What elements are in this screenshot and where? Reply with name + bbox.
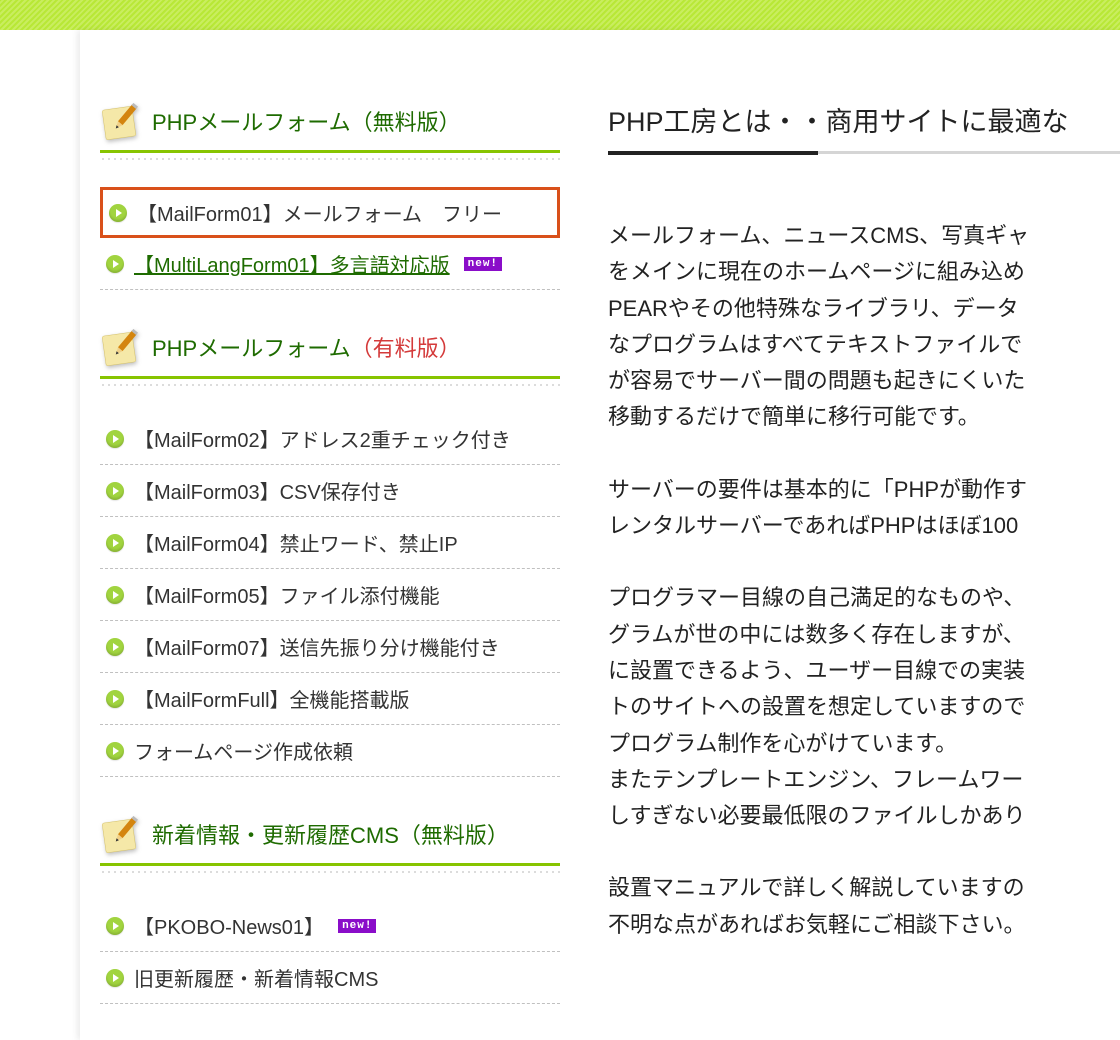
top-banner	[0, 0, 1120, 30]
heading-underline	[608, 151, 1120, 154]
inner-page: PHPメールフォーム（無料版）【MailForm01】メールフォーム フリー【M…	[80, 30, 1120, 1040]
arrow-bullet-icon	[106, 638, 124, 656]
menu-item-label: フォームページ作成依頼	[134, 736, 353, 765]
menu-item[interactable]: 【MailForm05】ファイル添付機能	[100, 569, 560, 621]
page-title: PHP工房とは・・商用サイトに最適な	[608, 100, 1120, 151]
sidebar-section: PHPメールフォーム（有料版） 【MailForm02】アドレス2重チェック付き【…	[100, 326, 560, 777]
body-paragraph: プログラマー目線の自己満足的なものや、グラムが世の中には数多く存在しますが、に設…	[608, 580, 1120, 834]
section-header: 新着情報・更新履歴CMS（無料版）	[100, 813, 560, 855]
section-underline	[100, 376, 560, 379]
sidebar-section: 新着情報・更新履歴CMS（無料版） 【PKOBO-News01】 new! 旧更新履歴…	[100, 813, 560, 1004]
arrow-bullet-icon	[106, 586, 124, 604]
menu-item-label: 【MailForm04】禁止ワード、禁止IP	[134, 528, 458, 557]
menu-item[interactable]: フォームページ作成依頼	[100, 725, 560, 777]
arrow-bullet-icon	[109, 204, 127, 222]
arrow-bullet-icon	[106, 430, 124, 448]
menu-list: 【PKOBO-News01】 new! 旧更新履歴・新着情報CMS	[100, 900, 560, 1004]
sidebar: PHPメールフォーム（無料版）【MailForm01】メールフォーム フリー【M…	[80, 100, 590, 1040]
menu-item-label: 旧更新履歴・新着情報CMS	[134, 963, 378, 992]
menu-item-label: 【MailForm03】CSV保存付き	[134, 476, 401, 505]
menu-item[interactable]: 【MailForm07】送信先振り分け機能付き	[100, 621, 560, 673]
content-wrapper: PHPメールフォーム（無料版）【MailForm01】メールフォーム フリー【M…	[80, 30, 1120, 1040]
arrow-bullet-icon	[106, 255, 124, 273]
menu-item[interactable]: 【MailForm04】禁止ワード、禁止IP	[100, 517, 560, 569]
new-badge: new!	[464, 257, 502, 271]
section-title-suffix: （無料版）	[351, 110, 461, 135]
menu-list: 【MailForm02】アドレス2重チェック付き【MailForm03】CSV保…	[100, 413, 560, 777]
section-title-prefix: PHPメールフォーム	[152, 110, 351, 135]
section-title: PHPメールフォーム（無料版）	[152, 105, 461, 137]
section-header: PHPメールフォーム（無料版）	[100, 100, 560, 142]
section-underline	[100, 150, 560, 153]
menu-item[interactable]: 【MailForm02】アドレス2重チェック付き	[100, 413, 560, 465]
menu-item[interactable]: 【MailForm03】CSV保存付き	[100, 465, 560, 517]
pencil-note-icon	[100, 813, 142, 855]
section-title: 新着情報・更新履歴CMS（無料版）	[152, 818, 509, 850]
arrow-bullet-icon	[106, 917, 124, 935]
body-paragraph: 設置マニュアルで詳しく解説していますの不明な点があればお気軽にご相談下さい。	[608, 870, 1120, 943]
section-title-suffix: （有料版）	[351, 336, 461, 361]
menu-item[interactable]: 【MailForm01】メールフォーム フリー	[100, 187, 560, 238]
section-title-suffix: （無料版）	[399, 823, 509, 848]
arrow-bullet-icon	[106, 742, 124, 760]
section-header: PHPメールフォーム（有料版）	[100, 326, 560, 368]
main-content: PHP工房とは・・商用サイトに最適な メールフォーム、ニュースCMS、写真ギャを…	[590, 100, 1120, 1040]
section-title-prefix: PHPメールフォーム	[152, 336, 351, 361]
sidebar-section: PHPメールフォーム（無料版）【MailForm01】メールフォーム フリー【M…	[100, 100, 560, 290]
menu-item[interactable]: 【MultiLangForm01】多言語対応版 new!	[100, 238, 560, 290]
menu-item[interactable]: 【PKOBO-News01】 new!	[100, 900, 560, 952]
menu-item-label: 【MailForm02】アドレス2重チェック付き	[134, 424, 511, 453]
menu-item-label: 【MailForm05】ファイル添付機能	[134, 580, 440, 609]
arrow-bullet-icon	[106, 969, 124, 987]
arrow-bullet-icon	[106, 482, 124, 500]
menu-item-label: 【MailFormFull】全機能搭載版	[134, 684, 410, 713]
menu-item-label[interactable]: 【MultiLangForm01】多言語対応版	[134, 249, 450, 278]
main-body: メールフォーム、ニュースCMS、写真ギャをメインに現在のホームページに組み込めP…	[608, 218, 1120, 943]
menu-item[interactable]: 【MailFormFull】全機能搭載版	[100, 673, 560, 725]
section-dots	[100, 870, 560, 874]
arrow-bullet-icon	[106, 534, 124, 552]
menu-item-label: 【PKOBO-News01】	[134, 911, 324, 940]
section-dots	[100, 157, 560, 161]
section-underline	[100, 863, 560, 866]
new-badge: new!	[338, 919, 376, 933]
menu-list: 【MailForm01】メールフォーム フリー【MultiLangForm01】…	[100, 187, 560, 290]
menu-item-label: 【MailForm07】送信先振り分け機能付き	[134, 632, 500, 661]
section-title: PHPメールフォーム（有料版）	[152, 331, 461, 363]
body-paragraph: メールフォーム、ニュースCMS、写真ギャをメインに現在のホームページに組み込めP…	[608, 218, 1120, 436]
arrow-bullet-icon	[106, 690, 124, 708]
pencil-note-icon	[100, 326, 142, 368]
menu-item[interactable]: 旧更新履歴・新着情報CMS	[100, 952, 560, 1004]
section-dots	[100, 383, 560, 387]
menu-item-label: 【MailForm01】メールフォーム フリー	[137, 198, 502, 227]
section-title-prefix: 新着情報・更新履歴CMS	[152, 823, 399, 848]
pencil-note-icon	[100, 100, 142, 142]
body-paragraph: サーバーの要件は基本的に「PHPが動作すレンタルサーバーであればPHPはほぼ10…	[608, 472, 1120, 545]
